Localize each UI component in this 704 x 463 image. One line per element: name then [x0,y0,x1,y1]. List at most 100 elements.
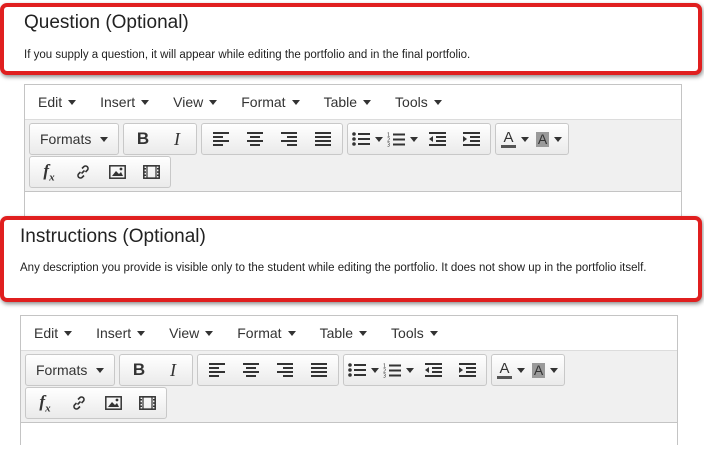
instructions-description: Any description you provide is visible o… [20,262,647,274]
caret-down-icon [96,367,104,373]
align-justify-button[interactable] [306,125,340,153]
numbered-list-button[interactable]: 123 [385,125,420,153]
align-right-icon [281,132,297,146]
image-icon [104,396,122,410]
toolbar: Formats B I 123 A A fx [25,120,681,192]
bullet-list-button[interactable] [350,125,385,153]
image-button[interactable] [96,389,130,417]
numbered-list-button[interactable]: 123 [381,356,416,384]
menu-edit[interactable]: Edit [29,88,85,116]
list-group: 123 [347,123,491,155]
align-justify-button[interactable] [302,356,336,384]
formula-button[interactable]: fx [28,389,62,417]
menu-tools[interactable]: Tools [382,319,447,347]
menu-tools[interactable]: Tools [386,88,451,116]
align-group [201,123,343,155]
menu-format[interactable]: Format [228,319,304,347]
menu-table[interactable]: Table [311,319,376,347]
menu-edit[interactable]: Edit [25,319,81,347]
image-icon [108,165,126,179]
indent-button[interactable] [454,125,488,153]
formats-dropdown[interactable]: Formats [28,356,112,384]
caret-down-icon [359,330,368,336]
formats-group: Formats [25,354,115,386]
caret-down-icon [64,330,73,336]
align-left-button[interactable] [204,125,238,153]
align-center-button[interactable] [238,125,272,153]
caret-down-icon [68,99,77,105]
question-editor: Edit Insert View Format Table Tools Form… [24,84,682,234]
color-group: A A [495,123,569,155]
link-button[interactable] [66,158,100,186]
media-button[interactable] [134,158,168,186]
question-title: Question (Optional) [24,12,189,33]
caret-down-icon [520,136,529,142]
align-left-button[interactable] [200,356,234,384]
editor-content[interactable] [21,423,677,463]
insert-group: fx [25,387,167,419]
insert-group: fx [29,156,171,188]
italic-button[interactable]: I [160,125,194,153]
background-color-button[interactable]: A [532,125,566,153]
align-right-button[interactable] [268,356,302,384]
caret-down-icon [291,99,300,105]
italic-button[interactable]: I [156,356,190,384]
image-button[interactable] [100,158,134,186]
menu-insert[interactable]: Insert [91,88,158,116]
menu-table[interactable]: Table [315,88,380,116]
instructions-editor: Edit Insert View Format Table Tools Form… [20,315,678,463]
media-button[interactable] [130,389,164,417]
caret-down-icon [137,330,146,336]
question-callout: Question (Optional) If you supply a ques… [0,3,702,75]
align-center-icon [243,363,259,377]
align-justify-icon [311,363,327,377]
text-style-group: B I [119,354,193,386]
menu-insert[interactable]: Insert [87,319,154,347]
bullet-list-button[interactable] [346,356,381,384]
text-color-icon: A [501,129,516,148]
align-group [197,354,339,386]
menu-view[interactable]: View [164,88,226,116]
align-right-button[interactable] [272,125,306,153]
background-color-button[interactable]: A [528,356,562,384]
bold-button[interactable]: B [126,125,160,153]
formats-dropdown[interactable]: Formats [32,125,116,153]
caret-down-icon [363,99,372,105]
align-center-button[interactable] [234,356,268,384]
menubar: Edit Insert View Format Table Tools [25,85,681,120]
outdent-button[interactable] [416,356,450,384]
caret-down-icon [371,367,379,373]
text-color-icon: A [497,360,512,379]
outdent-icon [424,363,442,377]
caret-down-icon [375,136,383,142]
numbered-list-icon: 123 [387,132,405,147]
caret-down-icon [406,367,414,373]
caret-down-icon [287,330,296,336]
caret-down-icon [516,367,525,373]
media-icon [138,396,156,410]
bullet-list-icon [348,363,366,377]
formula-button[interactable]: fx [32,158,66,186]
link-icon [73,396,85,410]
link-icon [77,165,89,179]
caret-down-icon [433,99,442,105]
caret-down-icon [429,330,438,336]
link-button[interactable] [62,389,96,417]
indent-icon [458,363,476,377]
background-color-icon: A [531,361,546,378]
caret-down-icon [410,136,418,142]
menu-view[interactable]: View [160,319,222,347]
menu-format[interactable]: Format [232,88,308,116]
svg-text:3: 3 [387,142,390,147]
align-left-icon [209,363,225,377]
indent-button[interactable] [450,356,484,384]
caret-down-icon [100,136,108,142]
outdent-button[interactable] [420,125,454,153]
text-color-button[interactable]: A [498,125,532,153]
caret-down-icon [205,330,214,336]
text-color-button[interactable]: A [494,356,528,384]
indent-icon [462,132,480,146]
align-justify-icon [315,132,331,146]
bold-button[interactable]: B [122,356,156,384]
list-group: 123 [343,354,487,386]
